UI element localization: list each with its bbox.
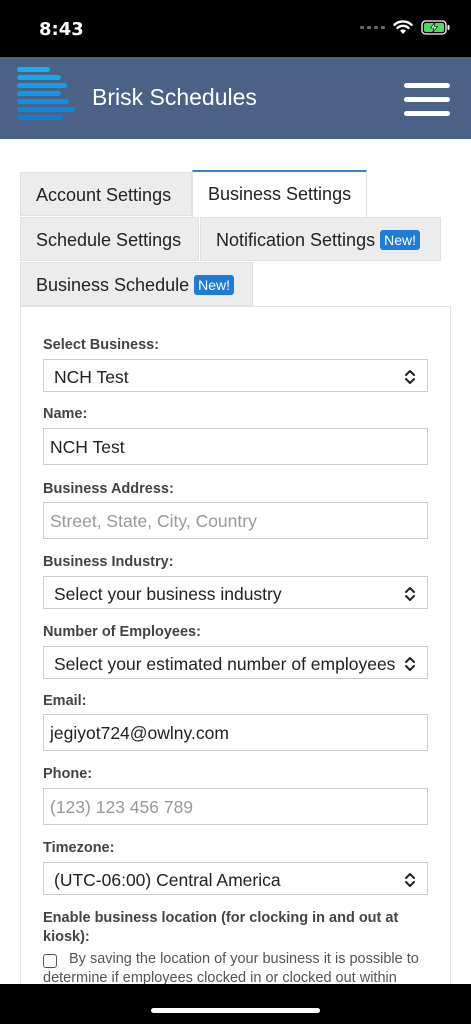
business-industry-label: Business Industry: bbox=[43, 554, 174, 570]
status-bar: 8:43 bbox=[0, 0, 471, 57]
timezone-label: Timezone: bbox=[43, 840, 115, 856]
number-of-employees-value: Select your estimated number of employee… bbox=[54, 654, 396, 674]
name-label: Name: bbox=[43, 406, 88, 422]
business-address-label: Business Address: bbox=[43, 481, 174, 497]
name-value: NCH Test bbox=[50, 437, 125, 457]
business-industry-dropdown[interactable]: Select your business industry bbox=[43, 576, 428, 609]
status-time: 8:43 bbox=[39, 19, 84, 40]
phone-placeholder: (123) 123 456 789 bbox=[50, 797, 194, 817]
chevron-up-down-icon bbox=[405, 370, 415, 384]
chevron-up-down-icon bbox=[405, 873, 415, 887]
select-business-dropdown[interactable]: NCH Test bbox=[43, 359, 428, 392]
tab-label: Business Schedule bbox=[36, 275, 190, 295]
business-industry-value: Select your business industry bbox=[54, 584, 282, 604]
email-label: Email: bbox=[43, 693, 87, 709]
timezone-dropdown[interactable]: (UTC-06:00) Central America bbox=[43, 862, 428, 895]
new-badge: New! bbox=[194, 275, 235, 295]
number-of-employees-dropdown[interactable]: Select your estimated number of employee… bbox=[43, 646, 428, 679]
app-header: Brisk Schedules bbox=[0, 57, 471, 139]
chevron-up-down-icon bbox=[403, 655, 417, 673]
menu-icon[interactable] bbox=[404, 83, 450, 119]
phone-input[interactable]: (123) 123 456 789 bbox=[43, 788, 428, 825]
select-business-value: NCH Test bbox=[54, 367, 129, 387]
email-value: jegiyot724@owlny.com bbox=[50, 723, 229, 743]
brisk-logo bbox=[17, 67, 75, 120]
tab-label: Schedule Settings bbox=[36, 230, 182, 250]
number-of-employees-label: Number of Employees: bbox=[43, 624, 201, 640]
wifi-icon bbox=[393, 20, 413, 34]
new-badge: New! bbox=[380, 230, 420, 250]
business-address-input[interactable]: Street, State, City, Country bbox=[43, 502, 428, 539]
tab-schedule-settings[interactable]: Schedule Settings bbox=[20, 217, 199, 261]
tab-notification-settings[interactable]: Notification Settings New! bbox=[200, 217, 441, 261]
business-location-label: Enable business location (for clocking i… bbox=[43, 910, 399, 945]
tab-label: Notification Settings bbox=[216, 230, 376, 250]
tab-label: Account Settings bbox=[36, 185, 172, 205]
name-input[interactable]: NCH Test bbox=[43, 428, 428, 465]
status-icons bbox=[360, 20, 451, 35]
tab-account-settings[interactable]: Account Settings bbox=[20, 172, 192, 216]
tab-business-settings[interactable]: Business Settings bbox=[192, 170, 367, 217]
chevron-up-down-icon bbox=[405, 587, 415, 601]
phone-label: Phone: bbox=[43, 766, 93, 782]
battery-charging-icon bbox=[421, 20, 450, 35]
email-input[interactable]: jegiyot724@owlny.com bbox=[43, 714, 428, 751]
home-indicator[interactable] bbox=[151, 1008, 320, 1013]
business-address-placeholder: Street, State, City, Country bbox=[50, 511, 257, 531]
app-title: Brisk Schedules bbox=[92, 84, 257, 110]
business-location-help: By saving the location of your business … bbox=[43, 951, 419, 986]
business-location-checkbox[interactable] bbox=[43, 954, 57, 968]
cellular-signal-icon bbox=[360, 26, 385, 29]
timezone-value: (UTC-06:00) Central America bbox=[54, 870, 281, 890]
tab-label: Business Settings bbox=[208, 184, 352, 204]
select-business-label: Select Business: bbox=[43, 337, 160, 353]
tab-business-schedule[interactable]: Business Schedule New! bbox=[20, 262, 253, 306]
home-bar-area bbox=[0, 984, 471, 1024]
